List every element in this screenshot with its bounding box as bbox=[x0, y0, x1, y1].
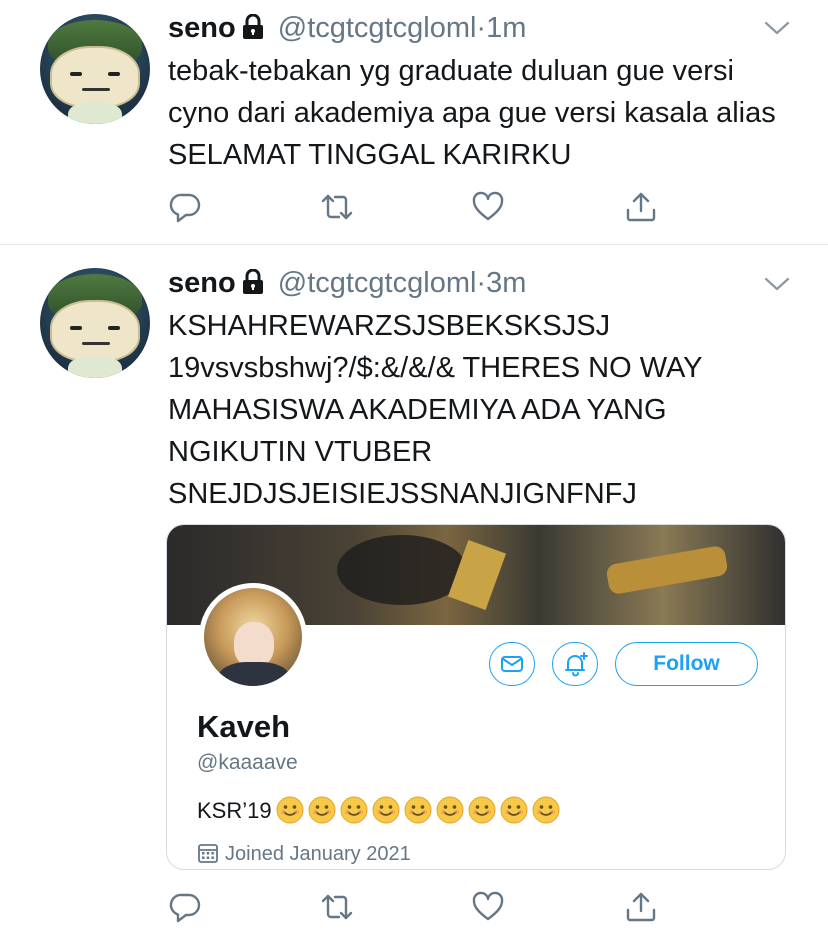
lock-icon bbox=[242, 13, 264, 49]
display-name[interactable]: seno bbox=[168, 12, 236, 44]
message-button[interactable] bbox=[489, 642, 535, 686]
separator-dot: · bbox=[476, 12, 487, 44]
smile-emoji bbox=[404, 796, 432, 824]
separator-dot: · bbox=[476, 267, 487, 299]
profile-bio: KSR’19 bbox=[197, 795, 560, 827]
banner-shape bbox=[605, 544, 729, 596]
smile-emoji bbox=[308, 796, 336, 824]
calendar-icon bbox=[197, 842, 219, 869]
bell-plus-icon bbox=[562, 650, 590, 683]
avatar[interactable] bbox=[40, 268, 150, 378]
profile-name[interactable]: Kaveh bbox=[197, 709, 290, 745]
smile-emoji bbox=[372, 796, 400, 824]
retweet-icon[interactable] bbox=[320, 190, 354, 224]
avatar-eye bbox=[70, 326, 82, 330]
avatar[interactable] bbox=[40, 14, 150, 124]
avatar-mouth bbox=[82, 88, 110, 91]
avatar-face-shape bbox=[50, 300, 140, 362]
smile-emoji bbox=[500, 796, 528, 824]
notifications-button[interactable] bbox=[552, 642, 598, 686]
tweet-header: seno @tcgtcgtcgloml·1m bbox=[168, 10, 526, 49]
embedded-profile-card[interactable]: Follow Kaveh @kaaaave KSR’19 Joined Janu… bbox=[166, 524, 786, 870]
profile-bio-text: KSR’19 bbox=[197, 798, 272, 823]
share-icon[interactable] bbox=[624, 890, 658, 924]
emoji-row bbox=[272, 796, 560, 824]
avatar-mouth bbox=[82, 342, 110, 345]
avatar-eye bbox=[108, 326, 120, 330]
avatar-eye bbox=[70, 72, 82, 76]
reply-icon[interactable] bbox=[168, 190, 202, 224]
profile-joined: Joined January 2021 bbox=[197, 841, 411, 869]
reply-icon[interactable] bbox=[168, 890, 202, 924]
avatar-body-shape bbox=[68, 102, 122, 124]
tweet-actions bbox=[168, 190, 688, 226]
smile-emoji bbox=[436, 796, 464, 824]
avatar-body-shape bbox=[68, 356, 122, 378]
profile-handle[interactable]: @kaaaave bbox=[197, 751, 298, 775]
like-icon[interactable] bbox=[471, 190, 505, 224]
retweet-icon[interactable] bbox=[320, 890, 354, 924]
message-icon bbox=[500, 652, 524, 681]
smile-emoji bbox=[532, 796, 560, 824]
profile-avatar-body bbox=[218, 662, 290, 686]
tweet-actions bbox=[168, 890, 688, 926]
chevron-down-icon[interactable] bbox=[764, 276, 790, 296]
avatar-eye bbox=[108, 72, 120, 76]
tweet-text: KSHAHREWARZSJSBEKSKSJSJ 19vsvsbshwj?/$:&… bbox=[168, 310, 702, 510]
lock-icon bbox=[242, 268, 264, 304]
profile-avatar[interactable] bbox=[199, 583, 307, 691]
avatar-face-shape bbox=[50, 46, 140, 108]
like-icon[interactable] bbox=[471, 890, 505, 924]
user-handle[interactable]: @tcgtcgtcgloml bbox=[278, 12, 477, 44]
display-name[interactable]: seno bbox=[168, 267, 236, 299]
chevron-down-icon[interactable] bbox=[764, 20, 790, 40]
smile-emoji bbox=[468, 796, 496, 824]
user-handle[interactable]: @tcgtcgtcgloml bbox=[278, 267, 477, 299]
tweet-header: seno @tcgtcgtcgloml·3m bbox=[168, 265, 526, 304]
follow-button[interactable]: Follow bbox=[615, 642, 758, 686]
share-icon[interactable] bbox=[624, 190, 658, 224]
tweet-text: tebak-tebakan yg graduate duluan gue ver… bbox=[168, 55, 776, 171]
timestamp[interactable]: 1m bbox=[486, 12, 526, 44]
timestamp[interactable]: 3m bbox=[486, 267, 526, 299]
smile-emoji bbox=[276, 796, 304, 824]
divider bbox=[0, 244, 828, 245]
smile-emoji bbox=[340, 796, 368, 824]
joined-date: Joined January 2021 bbox=[225, 843, 411, 865]
